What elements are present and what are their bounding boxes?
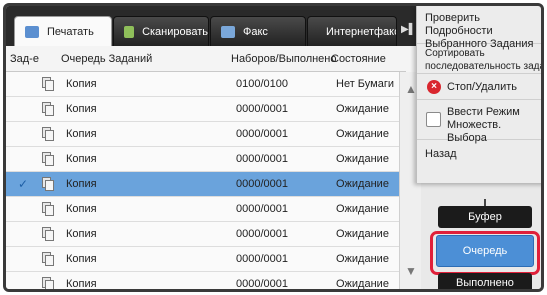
job-status: Ожидание	[336, 253, 389, 265]
job-status: Нет Бумаги	[336, 78, 394, 90]
job-name: Копия	[66, 253, 97, 265]
tab-scan[interactable]: Сканировать	[113, 16, 209, 46]
table-row[interactable]: Копия 0000/0001 Ожидание	[6, 222, 399, 247]
check-icon: ✓	[18, 177, 29, 191]
done-button[interactable]: Выполнено	[438, 273, 532, 289]
table-row[interactable]: Копия 0000/0001 Ожидание	[6, 97, 399, 122]
job-sets: 0000/0001	[236, 103, 288, 115]
job-name: Копия	[66, 278, 97, 290]
job-name: Копия	[66, 178, 97, 190]
scan-icon	[124, 25, 135, 38]
job-status: Ожидание	[336, 228, 389, 240]
menu-item-multi-select[interactable]: Ввести Режим Множеств. Выбора	[417, 100, 541, 144]
job-status: Ожидание	[336, 278, 389, 290]
job-name: Копия	[66, 78, 97, 90]
job-sets: 0000/0001	[236, 153, 288, 165]
document-icon	[42, 202, 54, 216]
header-job: Зад-е	[10, 53, 39, 65]
tab-fax-label: Факс	[243, 25, 268, 38]
header-sets: Наборов/Выполнено	[231, 53, 337, 65]
document-icon	[42, 252, 54, 266]
tab-internet-fax[interactable]: Интернетфакс	[307, 16, 397, 46]
job-name: Копия	[66, 228, 97, 240]
table-row[interactable]: ✓ Копия 0000/0001 Ожидание	[6, 172, 399, 197]
document-icon	[42, 102, 54, 116]
job-sets: 0000/0001	[236, 178, 288, 190]
table-row[interactable]: Копия 0000/0001 Ожидание	[6, 122, 399, 147]
tab-print[interactable]: Печатать	[14, 16, 112, 46]
menu-item-stop[interactable]: × Стоп/Удалить	[417, 74, 541, 100]
menu-item-back-label: Назад	[425, 148, 457, 160]
checkbox-icon	[426, 112, 441, 127]
menu-item-sort-label: Сортировать последовательность задач	[425, 48, 544, 72]
menu-item-back[interactable]: Назад	[417, 140, 541, 183]
menu-item-stop-label: Стоп/Удалить	[447, 81, 517, 93]
table-row[interactable]: Копия 0000/0001 Ожидание	[6, 272, 399, 290]
job-status: Ожидание	[336, 203, 389, 215]
table-row[interactable]: Копия 0100/0100 Нет Бумаги	[6, 72, 399, 97]
print-icon	[25, 25, 39, 38]
job-status-screen: Печатать Сканировать Факс Интернетфакс ▶…	[3, 3, 544, 292]
tab-fax[interactable]: Факс	[210, 16, 306, 46]
job-sets: 0000/0001	[236, 278, 288, 290]
table-row[interactable]: Копия 0000/0001 Ожидание	[6, 147, 399, 172]
job-sets: 0000/0001	[236, 128, 288, 140]
table-row[interactable]: Копия 0000/0001 Ожидание	[6, 197, 399, 222]
scroll-down-icon[interactable]: ▼	[400, 264, 422, 278]
header-status: Состояние	[331, 53, 386, 65]
document-icon	[42, 77, 54, 91]
job-sets: 0000/0001	[236, 228, 288, 240]
header-queue: Очередь Заданий	[61, 53, 153, 65]
job-sets: 0000/0001	[236, 253, 288, 265]
tab-print-label: Печатать	[47, 25, 94, 38]
document-icon	[42, 277, 54, 289]
job-name: Копия	[66, 128, 97, 140]
job-name: Копия	[66, 203, 97, 215]
job-sets: 0100/0100	[236, 78, 288, 90]
stop-icon: ×	[427, 80, 441, 94]
job-status: Ожидание	[336, 178, 389, 190]
action-menu: Проверить Подробности Выбранного Задания…	[416, 6, 544, 183]
job-name: Копия	[66, 103, 97, 115]
document-icon	[42, 127, 54, 141]
tab-scroll-right-icon[interactable]: ▶▌	[401, 24, 416, 35]
queue-button[interactable]: Очередь	[436, 235, 534, 267]
job-name: Копия	[66, 153, 97, 165]
buffer-button[interactable]: Буфер	[438, 206, 532, 228]
table-header: Зад-е Очередь Заданий Наборов/Выполнено …	[6, 46, 406, 72]
document-icon	[42, 177, 54, 191]
document-icon	[42, 227, 54, 241]
menu-item-sort[interactable]: Сортировать последовательность задач	[417, 44, 544, 74]
job-status: Ожидание	[336, 153, 389, 165]
job-status: Ожидание	[336, 103, 389, 115]
document-icon	[42, 152, 54, 166]
tab-internet-fax-label: Интернетфакс	[326, 25, 397, 38]
job-status: Ожидание	[336, 128, 389, 140]
tab-scan-label: Сканировать	[142, 25, 208, 38]
job-sets: 0000/0001	[236, 203, 288, 215]
menu-item-details[interactable]: Проверить Подробности Выбранного Задания	[417, 6, 541, 50]
fax-icon	[221, 25, 235, 38]
table-row[interactable]: Копия 0000/0001 Ожидание	[6, 247, 399, 272]
